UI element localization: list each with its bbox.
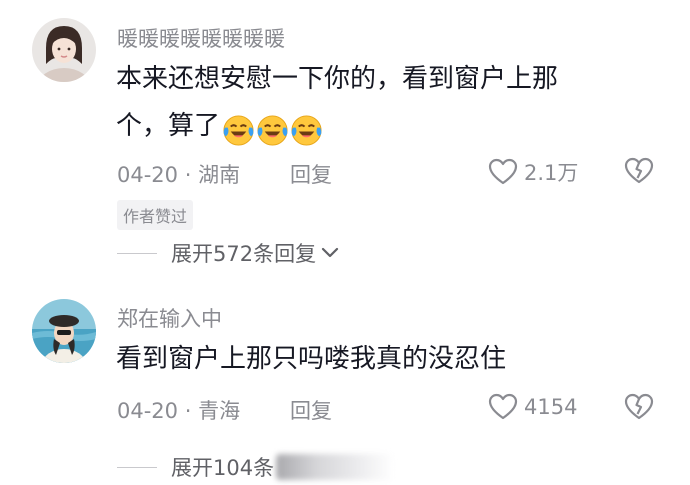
reply-button[interactable]: 回复 — [290, 159, 332, 189]
chevron-down-icon — [321, 247, 339, 258]
comment-meta: 04-20 · 湖南 — [117, 159, 240, 189]
avatar-image — [32, 299, 96, 363]
expand-divider — [117, 466, 157, 468]
blurred-text-overlay — [276, 454, 395, 480]
broken-heart-icon — [624, 157, 654, 184]
heart-outline-icon — [488, 158, 518, 185]
dislike-button[interactable] — [624, 393, 654, 425]
like-button[interactable]: 4154 — [488, 393, 577, 421]
expand-replies-label: 展开572条回复 — [171, 242, 317, 266]
avatar[interactable] — [32, 18, 96, 82]
expand-replies-button[interactable]: 展开104条 — [117, 452, 395, 482]
laughing-crying-emoji — [223, 115, 254, 146]
heart-outline-icon — [488, 393, 518, 420]
username[interactable]: 暖暖暖暖暖暖暖暖 — [117, 23, 285, 53]
username[interactable]: 郑在输入中 — [117, 303, 222, 333]
comment-text-segment: 个，算了 — [116, 111, 221, 141]
dislike-button[interactable] — [624, 157, 654, 189]
emoji-row — [222, 107, 324, 154]
like-button[interactable]: 2.1万 — [488, 157, 578, 187]
comment-text-line: 个，算了 — [116, 103, 636, 154]
author-liked-badge: 作者赞过 — [117, 200, 194, 230]
like-count: 2.1万 — [524, 161, 579, 185]
avatar[interactable] — [32, 299, 96, 363]
laughing-crying-emoji — [257, 115, 288, 146]
comment-date: 04-20 — [117, 163, 179, 187]
comment-location: 湖南 — [198, 163, 241, 187]
avatar-image — [32, 18, 96, 82]
broken-heart-icon — [624, 393, 654, 420]
comment-meta: 04-20 · 青海 — [117, 395, 240, 425]
comment-text: 本来还想安慰一下你的，看到窗户上那 个，算了 — [116, 56, 636, 154]
comment-text: 看到窗户上那只吗喽我真的没忍住 — [116, 336, 636, 383]
meta-separator: · — [184, 399, 192, 423]
expand-replies-label: 展开104条 — [171, 456, 275, 480]
comment-date: 04-20 — [117, 399, 179, 423]
expand-replies-button[interactable]: 展开572条回复 — [117, 238, 339, 268]
expand-divider — [117, 252, 157, 254]
comment-text-line: 看到窗户上那只吗喽我真的没忍住 — [116, 344, 507, 374]
like-count: 4154 — [524, 395, 578, 419]
comment-location: 青海 — [198, 399, 241, 423]
meta-separator: · — [184, 163, 192, 187]
reply-button[interactable]: 回复 — [290, 395, 332, 425]
laughing-crying-emoji — [291, 115, 322, 146]
comment-text-line: 本来还想安慰一下你的，看到窗户上那 — [116, 64, 559, 94]
